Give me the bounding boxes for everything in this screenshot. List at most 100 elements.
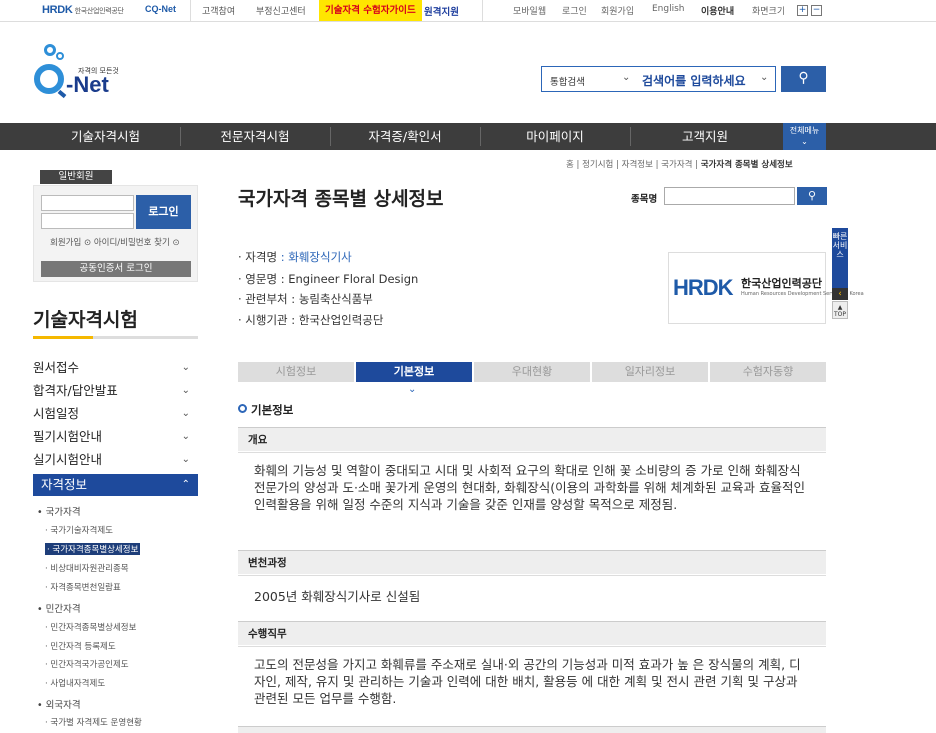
info-label: · 영문명 [238,272,278,286]
qnet-logo[interactable]: 자격의 모든것 -Net [34,44,124,104]
submenu-national[interactable]: • 국가자격 [37,504,81,518]
block-head-history: 변천과정 [238,550,826,574]
submenu-foreign[interactable]: • 외국자격 [37,697,81,711]
sidebar-item-schedule[interactable]: 시험일정 ⌄ [33,403,198,425]
userid-input[interactable] [41,195,134,211]
page-title: 국가자격 종목별 상세정보 [238,188,444,210]
sidebar-item-practical-exam[interactable]: 실기시험안내 ⌄ [33,449,198,471]
login-link[interactable]: 로그인 [562,4,587,17]
submenu-emergency[interactable]: · 비상대비자원관리종목 [45,562,129,574]
password-input[interactable] [41,213,134,229]
jongmok-search-button[interactable]: ⚲ [797,187,827,205]
zoom-out-button[interactable]: − [811,5,822,16]
chevron-down-icon: ⌄ [181,362,190,373]
submenu-national-detail[interactable]: · 국가자격종목별상세정보 [45,543,141,555]
divider [190,0,191,22]
sidebar-item-label: 합격자/답안발표 [33,383,118,398]
jongmok-search-input[interactable] [664,187,795,205]
mobile-web-link[interactable]: 모바일웹 [513,4,546,17]
agency-logo-name: 한국산업인력공단 [741,277,822,290]
search-icon: ⚲ [798,70,809,86]
submenu-foreign-status[interactable]: · 국가별 자격제도 운영현황 [45,716,142,728]
info-agency: · 시행기관 : 한국산업인력공단 [238,312,383,328]
chevron-down-icon: ⌄ [181,454,190,465]
chevron-left-icon[interactable]: ‹ [832,288,848,300]
block-body-overview: 화훼의 기능성 및 역할이 중대되고 시대 및 사회적 요구의 확대로 인해 꽃… [238,452,826,548]
nav-mypage[interactable]: 마이페이지 [482,123,628,150]
breadcrumb: 홈 | 정기시험 | 자격정보 | 국가자격 | 국가자격 종목별 상세정보 [566,158,793,170]
info-label: · 시행기관 [238,313,288,327]
sidebar-item-label: 자격정보 [41,477,88,492]
top-utility-bar: HRDK 한국산업인력공단 CQ-Net 고객참여 부정신고센터 기술자격 수험자… [0,0,936,22]
nav-professional-exam[interactable]: 전문자격시험 [182,123,328,150]
chevron-down-icon: ⌄ [622,72,631,83]
submenu-history[interactable]: · 자격종목변천일람표 [45,581,121,593]
chevron-down-icon: ⌄ [760,72,769,83]
search-icon: ⚲ [807,189,817,202]
tab-exam-info[interactable]: 시험정보 [238,362,354,382]
chevron-down-icon: ⌄ [181,385,190,396]
sidebar-title-underline [33,336,198,339]
divider [480,127,481,146]
search-scope-select[interactable]: 통합검색 [550,74,585,88]
divider [630,127,631,146]
block-head-overview: 개요 [238,427,826,451]
info-value: : 한국산업인력공단 [291,313,384,327]
signup-link[interactable]: 회원가입 [601,4,634,17]
block-body-duties: 고도의 전문성을 가지고 화훼류를 주소재로 실내·외 공간의 기능성과 미적 … [238,646,826,724]
sidebar-item-qualification-info[interactable]: 자격정보 ⌃ [33,474,198,496]
submenu-business[interactable]: · 사업내자격제도 [45,677,105,689]
usage-guide-link[interactable]: 이용안내 [701,4,734,17]
chevron-right-icon: ⊙ [83,238,92,248]
block-body-history: 2005년 화훼장식기사로 신설됨 [238,575,826,617]
english-link[interactable]: English [652,4,685,14]
info-value: : Engineer Floral Design [280,272,419,286]
submenu-private-detail[interactable]: · 민간자격종목별상세정보 [45,621,136,633]
submenu-private-accredit[interactable]: · 민간자격국가공인제도 [45,658,129,670]
cert-login-button[interactable]: 공동인증서 로그인 [41,261,191,277]
logo-circle-icon [44,44,56,56]
sidebar-item-results[interactable]: 합격자/답안발표 ⌄ [33,380,198,402]
divider [180,127,181,146]
submenu-national-system[interactable]: · 국가기술자격제도 [45,524,113,536]
submenu-private[interactable]: • 민간자격 [37,601,81,615]
nav-certificate[interactable]: 자격증/확인서 [332,123,478,150]
login-button[interactable]: 로그인 [136,195,191,229]
top-button[interactable]: ▲ TOP [832,301,848,319]
report-center-link[interactable]: 부정신고센터 [256,4,306,17]
block-head-next [238,726,826,733]
info-label: · 자격명 [238,250,278,264]
hrdk-logo-link[interactable]: HRDK 한국산업인력공단 [42,4,124,16]
remote-support-link[interactable]: 원격지원 [424,4,459,18]
divider [330,127,331,146]
sidebar-item-label: 원서접수 [33,360,80,375]
sidebar-item-application[interactable]: 원서접수 ⌄ [33,357,198,379]
sidebar-item-label: 실기시험안내 [33,452,103,467]
submenu-private-register[interactable]: · 민간자격 등록제도 [45,640,116,652]
find-id-password-link[interactable]: 아이디/비밀번호 찾기 [94,238,170,248]
sidebar-item-label: 시험일정 [33,406,80,421]
exam-guide-link[interactable]: 기술자격 수험자가이드 [319,0,422,21]
cqnet-link[interactable]: CQ-Net [145,4,176,14]
signup-link[interactable]: 회원가입 [50,238,81,248]
search-input[interactable]: 검색어를 입력하세요 [642,72,746,89]
tab-trends[interactable]: 수험자동향 [710,362,826,382]
tab-jobs[interactable]: 일자리정보 [592,362,708,382]
nav-customer-support[interactable]: 고객지원 [632,123,778,150]
tab-basic-info[interactable]: 기본정보 [356,362,472,382]
breadcrumb-current: 국가자격 종목별 상세정보 [700,160,793,170]
account-links: 회원가입 ⊙ 아이디/비밀번호 찾기 ⊙ [50,236,180,248]
all-menu-label: 전체메뉴 [789,126,820,135]
quick-service-panel[interactable]: 빠른서비스 [832,228,848,288]
info-qualification-name: · 자격명 : 화훼장식기사 [238,249,352,265]
search-button[interactable]: ⚲ [781,66,826,92]
customer-participation-link[interactable]: 고객참여 [202,4,235,17]
hrdk-logo-subtext: 한국산업인력공단 [74,8,124,15]
nav-technical-exam[interactable]: 기술자격시험 [33,123,178,150]
all-menu-button[interactable]: 전체메뉴 ⌄ [783,123,826,150]
zoom-in-button[interactable]: + [797,5,808,16]
logo-q-icon [34,64,64,94]
sidebar-item-written-exam[interactable]: 필기시험안내 ⌄ [33,426,198,448]
hrdk-logo-text: HRDK [42,4,73,16]
tab-preference[interactable]: 우대현황 [474,362,590,382]
